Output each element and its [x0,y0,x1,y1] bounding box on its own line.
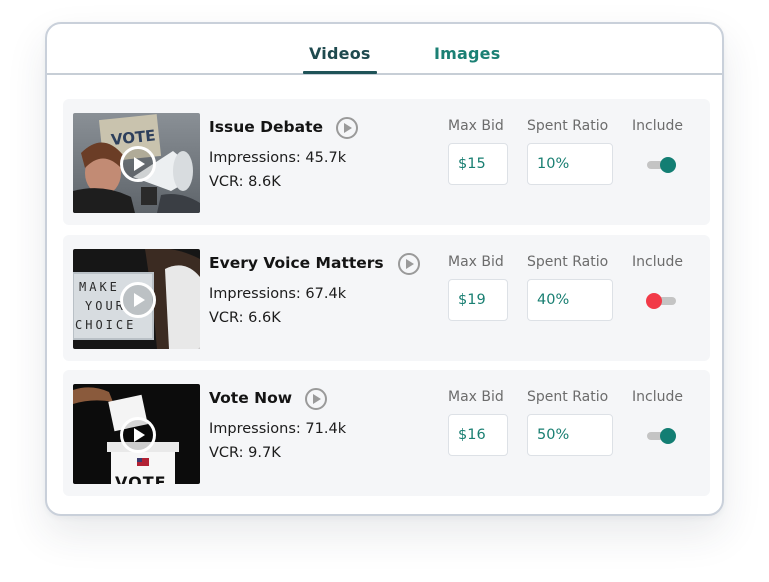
vcr-stat: VCR: 9.7K [209,445,281,461]
spent-ratio-label: Spent Ratio [527,389,609,405]
toggle-knob [660,428,676,444]
active-tab-indicator [303,71,377,74]
max-bid-label: Max Bid [448,254,504,270]
include-toggle[interactable] [646,293,676,309]
spent-ratio-input[interactable]: 40% [527,279,613,321]
play-icon[interactable] [119,417,156,453]
include-label: Include [632,389,683,405]
creative-row-vote-now: VOTE Vote Now Impressions: 71.4k VCR: 9.… [63,370,710,496]
impressions-stat: Impressions: 71.4k [209,421,347,437]
impressions-stat: Impressions: 45.7k [209,150,347,166]
board-line-3: CHOICE [75,318,136,332]
play-icon[interactable] [119,146,156,182]
tab-bar: Videos Images [47,24,722,75]
ballot-box-text: VOTE [115,473,167,484]
toggle-knob [660,157,676,173]
vcr-stat: VCR: 6.6K [209,310,281,326]
include-label: Include [632,254,683,270]
creative-title: Every Voice Matters [209,254,384,272]
spent-ratio-input[interactable]: 10% [527,143,613,185]
max-bid-input[interactable]: $19 [448,279,508,321]
video-thumbnail[interactable]: VOTE [73,113,200,213]
play-icon[interactable] [119,282,156,318]
creative-row-every-voice-matters: MAKE YOUR CHOICE Every Voice Matters Imp… [63,235,710,361]
board-line-1: MAKE [79,280,120,294]
vcr-stat: VCR: 8.6K [209,174,281,190]
toggle-knob [646,293,662,309]
video-thumbnail[interactable]: MAKE YOUR CHOICE [73,249,200,349]
tab-images[interactable]: Images [434,44,500,63]
max-bid-input[interactable]: $16 [448,414,508,456]
max-bid-label: Max Bid [448,118,504,134]
creative-row-issue-debate: VOTE Issue Debate Impressions: 45.7k VCR… [63,99,710,225]
video-thumbnail[interactable]: VOTE [73,384,200,484]
include-label: Include [632,118,683,134]
preview-play-icon[interactable] [336,117,358,139]
creative-title: Vote Now [209,389,293,407]
spent-ratio-input[interactable]: 50% [527,414,613,456]
spent-ratio-label: Spent Ratio [527,118,609,134]
preview-play-icon[interactable] [305,388,327,410]
spent-ratio-label: Spent Ratio [527,254,609,270]
tab-videos[interactable]: Videos [309,44,371,63]
include-toggle[interactable] [647,428,676,444]
max-bid-input[interactable]: $15 [448,143,508,185]
creative-title: Issue Debate [209,118,324,136]
preview-play-icon[interactable] [398,253,420,275]
include-toggle[interactable] [647,157,676,173]
max-bid-label: Max Bid [448,389,504,405]
creative-card: Videos Images VOTE Issue Debate Impressi… [45,22,724,516]
impressions-stat: Impressions: 67.4k [209,286,347,302]
